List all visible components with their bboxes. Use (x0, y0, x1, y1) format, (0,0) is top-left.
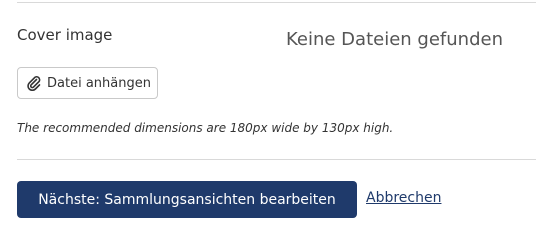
cover-image-label: Cover image (17, 26, 113, 44)
top-divider (17, 2, 536, 3)
attach-file-button[interactable]: Datei anhängen (17, 67, 158, 99)
paperclip-icon (27, 75, 41, 91)
cancel-link[interactable]: Abbrechen (366, 190, 441, 206)
attach-file-label: Datei anhängen (47, 75, 151, 91)
next-edit-collection-views-button[interactable]: Nächste: Sammlungsansichten bearbeiten (17, 181, 357, 218)
cover-image-form: Cover image Keine Dateien gefunden Datei… (0, 0, 536, 226)
dimensions-hint: The recommended dimensions are 180px wid… (17, 121, 394, 135)
bottom-divider (17, 159, 536, 160)
no-files-message: Keine Dateien gefunden (286, 29, 503, 50)
